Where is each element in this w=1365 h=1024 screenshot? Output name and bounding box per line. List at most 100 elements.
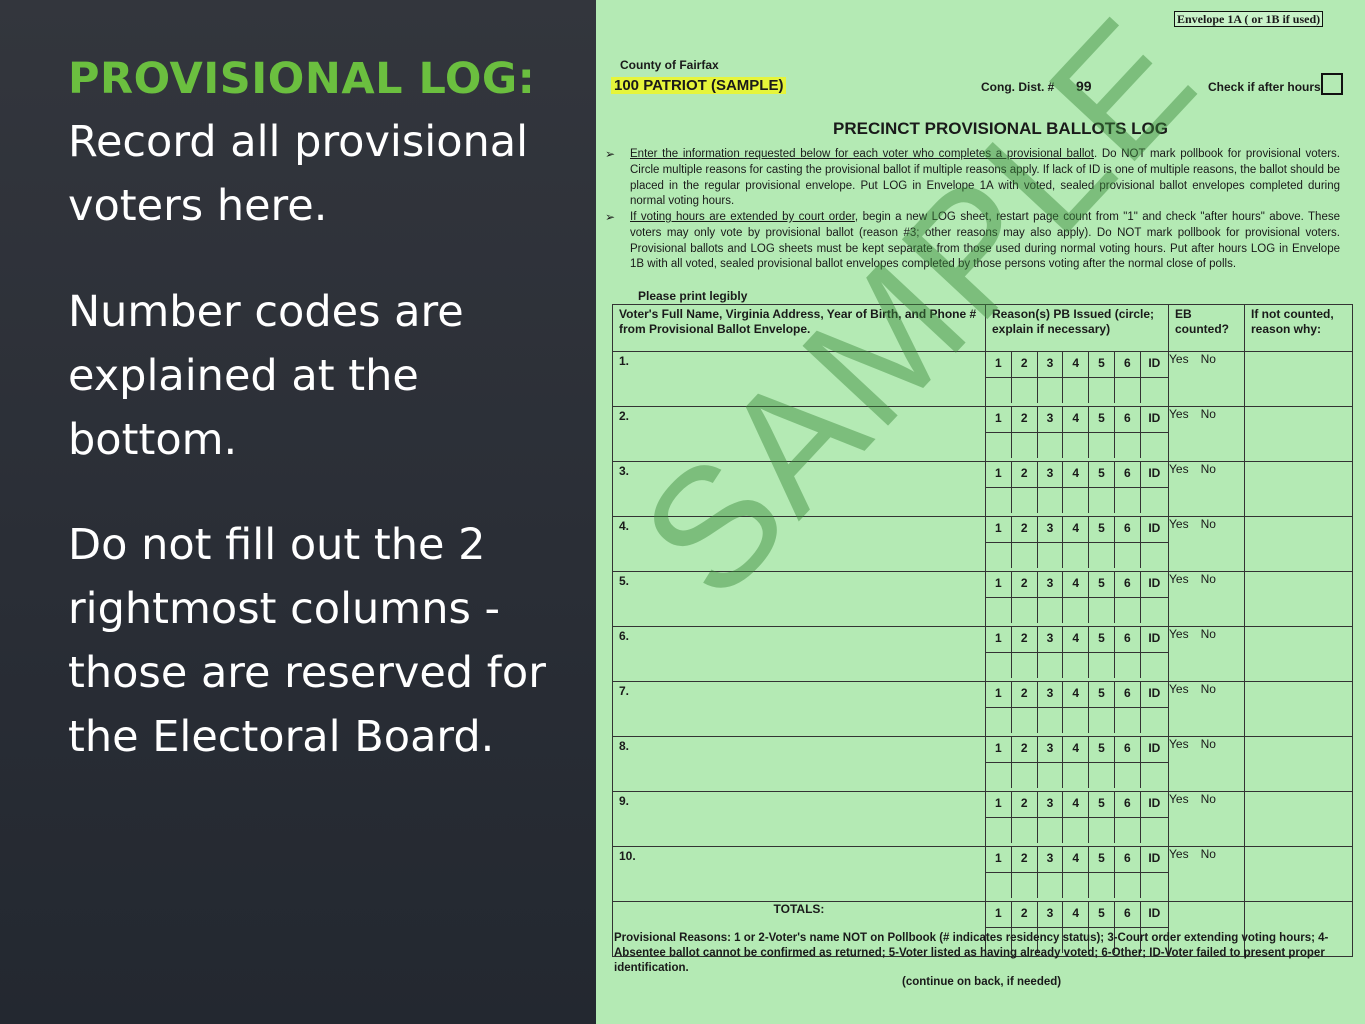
voter-info-cell[interactable]: 6. [612,626,986,682]
eb-counted-cell[interactable]: Yes No [1168,736,1245,792]
reason-code-4[interactable]: 4 [1063,627,1090,652]
eb-counted-cell[interactable]: Yes No [1168,626,1245,682]
reason-explain-cell[interactable] [1115,543,1141,568]
reason-code-1[interactable]: 1 [986,902,1012,927]
yes-option[interactable]: Yes [1169,792,1189,806]
reason-explain-cell[interactable] [986,543,1012,568]
reason-explain-cell[interactable] [1012,763,1038,788]
reason-code-2[interactable]: 2 [1012,847,1038,872]
reason-explain-cell[interactable] [1089,708,1115,733]
reason-explain-cell[interactable] [986,488,1012,513]
reason-explain-cell[interactable] [1038,873,1064,898]
reason-code-3[interactable]: 3 [1038,902,1064,927]
reason-code-id[interactable]: ID [1141,352,1168,377]
reason-code-1[interactable]: 1 [986,462,1012,487]
reason-explain-cell[interactable] [1115,598,1141,623]
reason-explain-cell[interactable] [986,433,1012,458]
reason-codes-cell[interactable]: 1 2 3 4 5 6 ID [985,626,1169,682]
voter-info-cell[interactable]: 10. [612,846,986,902]
reason-explain-cell[interactable] [1038,488,1064,513]
reason-explain-cell[interactable] [1115,763,1141,788]
no-option[interactable]: No [1201,517,1216,531]
reason-explain-cell[interactable] [1115,653,1141,678]
reason-explain-cell[interactable] [1038,763,1064,788]
yes-option[interactable]: Yes [1169,847,1189,861]
reason-explain-cell[interactable] [1115,708,1141,733]
not-counted-reason-cell[interactable] [1244,571,1353,627]
reason-code-2[interactable]: 2 [1012,462,1038,487]
reason-code-5[interactable]: 5 [1089,352,1115,377]
no-option[interactable]: No [1201,572,1216,586]
reason-explain-cell[interactable] [1063,488,1090,513]
reason-explain-cell[interactable] [1089,653,1115,678]
reason-code-5[interactable]: 5 [1089,572,1115,597]
reason-code-5[interactable]: 5 [1089,792,1115,817]
reason-code-2[interactable]: 2 [1012,682,1038,707]
not-counted-reason-cell[interactable] [1244,791,1353,847]
voter-info-cell[interactable]: 3. [612,461,986,517]
reason-explain-cell[interactable] [1141,543,1168,568]
voter-info-cell[interactable]: 8. [612,736,986,792]
no-option[interactable]: No [1201,792,1216,806]
reason-explain-cell[interactable] [986,378,1012,403]
eb-counted-cell[interactable]: Yes No [1168,571,1245,627]
reason-explain-cell[interactable] [1141,433,1168,458]
reason-explain-cell[interactable] [1038,598,1064,623]
reason-code-id[interactable]: ID [1141,902,1168,927]
reason-codes-cell[interactable]: 1 2 3 4 5 6 ID [985,736,1169,792]
reason-code-4[interactable]: 4 [1063,902,1090,927]
reason-code-3[interactable]: 3 [1038,407,1064,432]
reason-code-2[interactable]: 2 [1012,407,1038,432]
reason-explain-cell[interactable] [1115,378,1141,403]
reason-explain-cell[interactable] [986,598,1012,623]
reason-code-6[interactable]: 6 [1115,407,1141,432]
reason-code-6[interactable]: 6 [1115,847,1141,872]
reason-explain-cell[interactable] [1038,543,1064,568]
reason-code-id[interactable]: ID [1141,627,1168,652]
reason-code-3[interactable]: 3 [1038,572,1064,597]
reason-explain-cell[interactable] [1063,763,1090,788]
reason-code-id[interactable]: ID [1141,847,1168,872]
eb-counted-cell[interactable]: Yes No [1168,516,1245,572]
reason-code-5[interactable]: 5 [1089,407,1115,432]
reason-code-id[interactable]: ID [1141,792,1168,817]
reason-code-5[interactable]: 5 [1089,737,1115,762]
no-option[interactable]: No [1201,737,1216,751]
reason-code-6[interactable]: 6 [1115,902,1141,927]
eb-counted-cell[interactable]: Yes No [1168,406,1245,462]
reason-code-4[interactable]: 4 [1063,737,1090,762]
yes-option[interactable]: Yes [1169,462,1189,476]
reason-code-1[interactable]: 1 [986,847,1012,872]
reason-explain-cell[interactable] [1038,653,1064,678]
reason-code-6[interactable]: 6 [1115,352,1141,377]
no-option[interactable]: No [1201,462,1216,476]
reason-explain-cell[interactable] [1012,708,1038,733]
reason-code-1[interactable]: 1 [986,737,1012,762]
not-counted-reason-cell[interactable] [1244,351,1353,407]
eb-counted-cell[interactable]: Yes No [1168,846,1245,902]
reason-explain-cell[interactable] [1063,708,1090,733]
reason-code-id[interactable]: ID [1141,517,1168,542]
reason-code-3[interactable]: 3 [1038,792,1064,817]
reason-explain-cell[interactable] [1089,763,1115,788]
reason-explain-cell[interactable] [986,818,1012,843]
reason-code-3[interactable]: 3 [1038,682,1064,707]
reason-code-6[interactable]: 6 [1115,682,1141,707]
reason-code-id[interactable]: ID [1141,462,1168,487]
reason-code-5[interactable]: 5 [1089,847,1115,872]
reason-explain-cell[interactable] [1089,873,1115,898]
reason-explain-cell[interactable] [1115,433,1141,458]
reason-code-1[interactable]: 1 [986,682,1012,707]
reason-explain-cell[interactable] [1063,433,1090,458]
reason-code-5[interactable]: 5 [1089,627,1115,652]
reason-code-5[interactable]: 5 [1089,682,1115,707]
reason-explain-cell[interactable] [1038,433,1064,458]
reason-explain-cell[interactable] [1141,598,1168,623]
yes-option[interactable]: Yes [1169,572,1189,586]
reason-explain-cell[interactable] [1012,488,1038,513]
not-counted-reason-cell[interactable] [1244,681,1353,737]
yes-option[interactable]: Yes [1169,407,1189,421]
reason-explain-cell[interactable] [1038,378,1064,403]
reason-code-4[interactable]: 4 [1063,572,1090,597]
reason-code-4[interactable]: 4 [1063,682,1090,707]
